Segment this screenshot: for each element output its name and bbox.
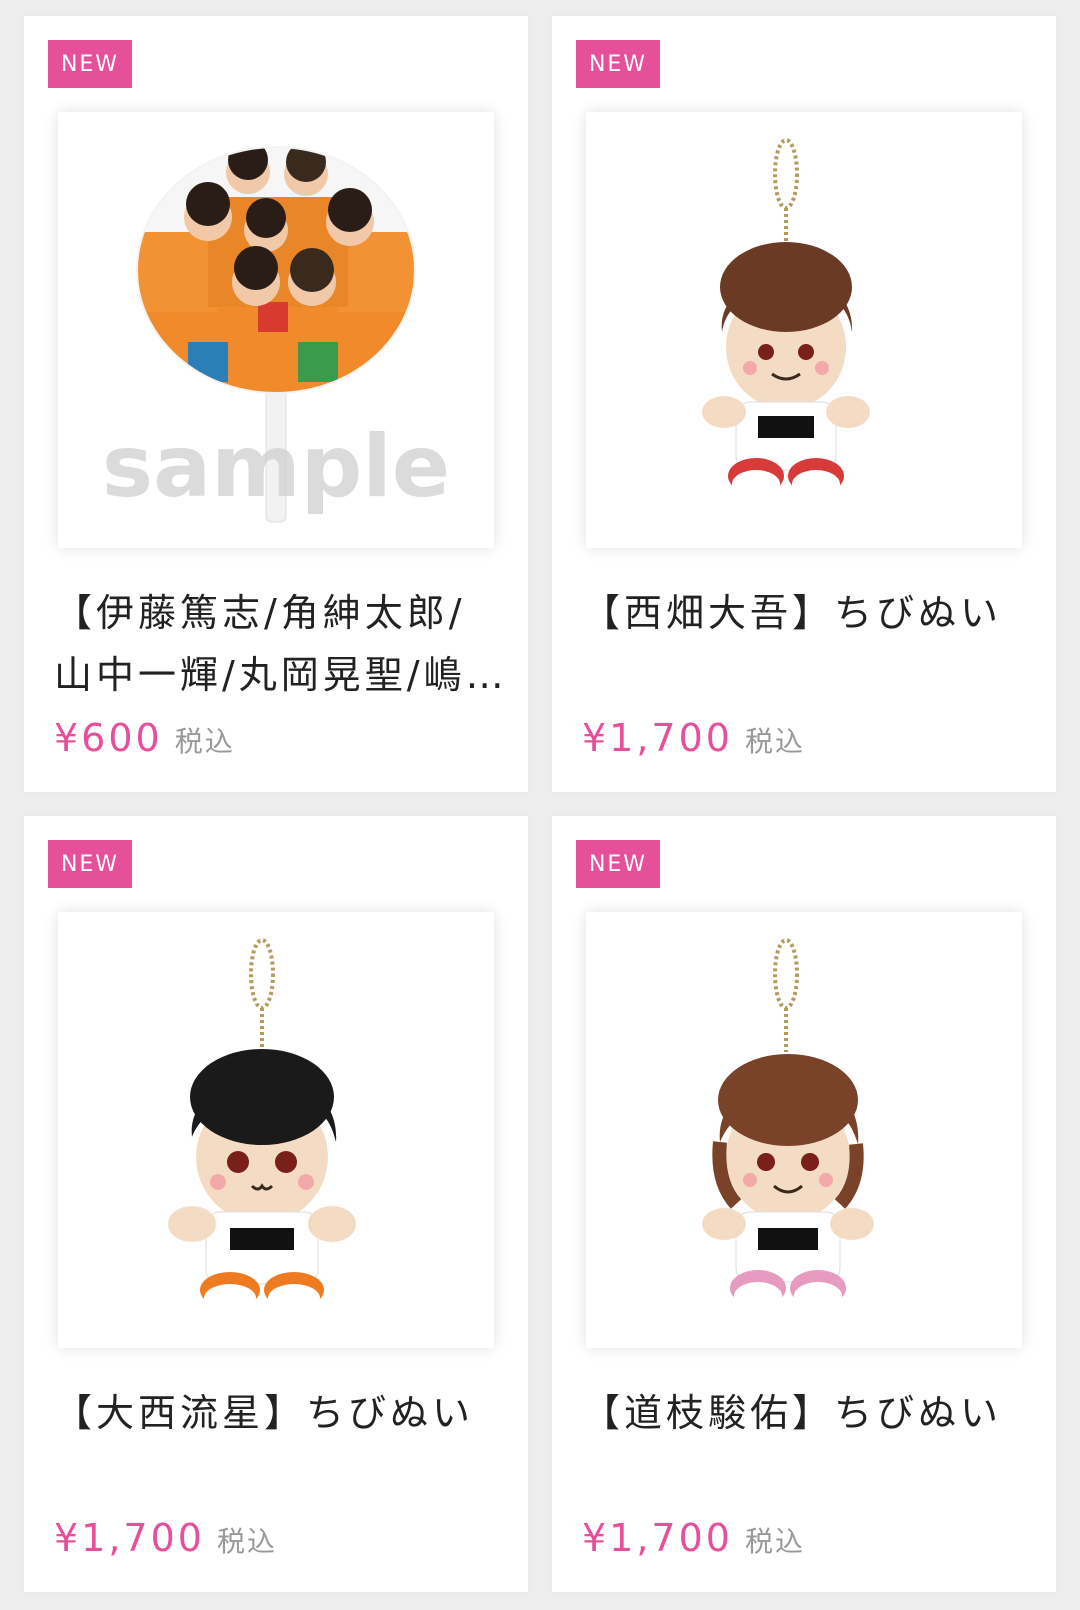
- product-image-plush[interactable]: [58, 912, 494, 1348]
- tax-label: 税込: [216, 1525, 277, 1558]
- product-title[interactable]: 【西畑大吾】ちびぬい: [582, 582, 1032, 644]
- price-row: ¥600 税込: [54, 716, 235, 760]
- product-grid: NEW sample 【伊藤篤志/角紳太郎/山中一輝/丸岡晃聖/嶋 ¥600 税…: [0, 0, 1080, 1610]
- product-image-plush[interactable]: [586, 112, 1022, 548]
- product-card[interactable]: NEW 【西畑大吾】ちびぬい ¥1,700 税込: [552, 16, 1056, 792]
- sample-watermark: sample: [102, 417, 450, 517]
- price: ¥600: [54, 716, 163, 760]
- product-title[interactable]: 【伊藤篤志/角紳太郎/山中一輝/丸岡晃聖/嶋﨑斗亜/岡佑吏/當間琉巧】うちわ: [54, 582, 504, 706]
- tax-label: 税込: [744, 1525, 805, 1558]
- price: ¥1,700: [582, 716, 733, 760]
- new-badge: NEW: [48, 840, 132, 888]
- product-card[interactable]: NEW 【大西流星】ちびぬい ¥1,700 税込: [24, 816, 528, 1592]
- product-image-uchiwa-fan[interactable]: sample: [58, 112, 494, 548]
- tax-label: 税込: [744, 725, 805, 758]
- price: ¥1,700: [54, 1516, 205, 1560]
- uchiwa-fan-icon: sample: [102, 146, 450, 523]
- product-image-plush[interactable]: [586, 912, 1022, 1348]
- price: ¥1,700: [582, 1516, 733, 1560]
- price-row: ¥1,700 税込: [582, 716, 805, 760]
- tax-label: 税込: [174, 725, 235, 758]
- plush-keychain-icon: [702, 138, 870, 498]
- price-row: ¥1,700 税込: [54, 1516, 277, 1560]
- product-card[interactable]: NEW: [552, 816, 1056, 1592]
- price-row: ¥1,700 税込: [582, 1516, 805, 1560]
- new-badge: NEW: [576, 40, 660, 88]
- product-card[interactable]: NEW: [24, 16, 528, 792]
- plush-keychain-icon: [702, 938, 874, 1310]
- new-badge: NEW: [48, 40, 132, 88]
- new-badge: NEW: [576, 840, 660, 888]
- plush-keychain-icon: [168, 938, 356, 1312]
- product-title[interactable]: 【道枝駿佑】ちびぬい: [582, 1382, 1032, 1444]
- product-title[interactable]: 【大西流星】ちびぬい: [54, 1382, 504, 1444]
